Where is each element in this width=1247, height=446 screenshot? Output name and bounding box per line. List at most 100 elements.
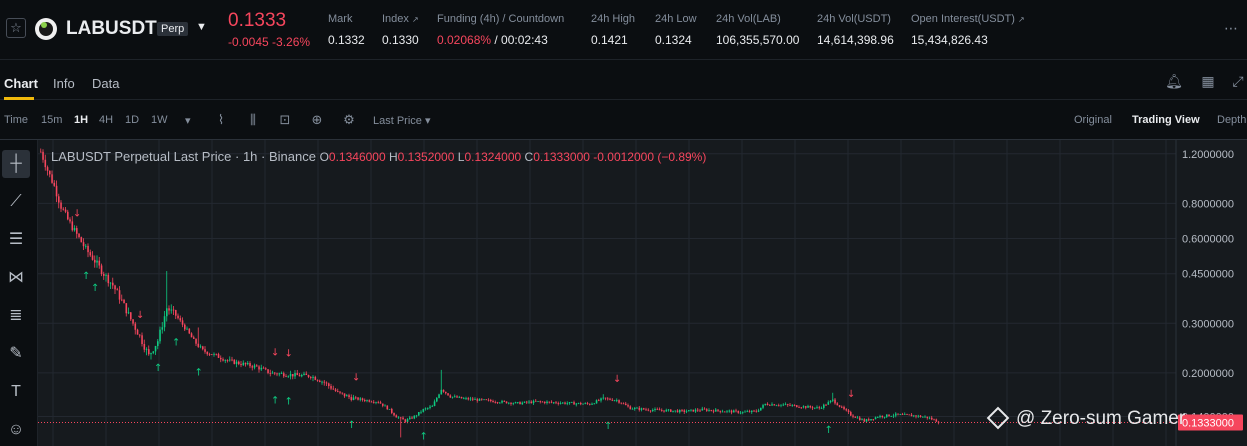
chevron-down-icon[interactable]: ▼ (196, 21, 207, 33)
price-chart[interactable]: 1.2000000 0.8000000 0.6000000 0.4500000 0.30… (38, 140, 1247, 446)
price-axis (1176, 140, 1247, 446)
candle-body (505, 401, 508, 404)
candle-body (784, 404, 787, 406)
candle-body (94, 259, 96, 263)
candle-body (663, 410, 665, 412)
star-icon[interactable]: ☆ (6, 18, 26, 38)
candle-body (910, 414, 913, 417)
candle-body (591, 403, 593, 405)
candle-body (760, 407, 762, 411)
candle-body (843, 406, 845, 410)
stat-value: 0.1421 (591, 33, 628, 47)
y-tick-label: 1.2000000 (1182, 149, 1234, 161)
tab-chart[interactable]: Chart (4, 76, 38, 91)
price-change: -0.0045 -3.26% (228, 35, 311, 49)
candle-body (694, 409, 697, 412)
chart-legend: LABUSDT Perpetual Last Price · 1h · Bina… (51, 149, 706, 164)
candle-body (215, 353, 218, 355)
candle-body (395, 415, 398, 418)
candle-body (685, 411, 688, 413)
candle-body (321, 381, 323, 383)
candle-body (278, 373, 281, 375)
trend-line-icon[interactable]: ⟋ (2, 188, 30, 216)
candle-body (811, 407, 814, 409)
horizontal-lines-icon[interactable]: ☰ (2, 226, 30, 254)
time-label[interactable]: Time (4, 114, 28, 126)
candle-body (337, 391, 339, 392)
candle-body (634, 407, 636, 409)
candle-body (555, 402, 557, 404)
sell-signal-arrow: ↓ (136, 310, 144, 321)
candle-body (454, 396, 456, 398)
candle-body (604, 397, 607, 399)
pattern-icon[interactable]: ⋈ (2, 264, 30, 292)
interval-1h[interactable]: 1H (74, 114, 88, 126)
bell-icon[interactable]: 🔔︎ (1165, 73, 1183, 91)
candle-body (152, 351, 155, 354)
tab-info[interactable]: Info (53, 76, 75, 91)
candle-body (244, 362, 247, 365)
candle-body (368, 400, 371, 402)
candle-body (487, 399, 490, 401)
interval-1w[interactable]: 1W (151, 114, 168, 126)
view-depth[interactable]: Depth (1217, 114, 1246, 126)
candle-body (868, 419, 870, 421)
fib-icon[interactable]: ≣ (2, 302, 30, 330)
candle-body (231, 359, 233, 361)
interval-4h[interactable]: 4H (99, 114, 113, 126)
candle-body (166, 308, 168, 317)
candle-body (123, 299, 125, 304)
interval-15m[interactable]: 15m (41, 114, 62, 126)
candle-body (364, 400, 366, 401)
candle-body (751, 410, 753, 413)
buy-signal-arrow: ↑ (82, 271, 90, 282)
candle-type-icon[interactable]: ⫼ (244, 111, 262, 129)
candle-body (316, 379, 319, 381)
candle-body (458, 396, 461, 398)
stat-open-interest[interactable]: Open Interest(USDT) ↗ 15,434,826.43 (911, 13, 1025, 47)
candle-body (233, 359, 236, 364)
interval-1d[interactable]: 1D (125, 114, 139, 126)
settings-icon[interactable]: ⚙︎ (340, 111, 358, 129)
view-original[interactable]: Original (1074, 114, 1112, 126)
more-icon[interactable]: ⋯ (1224, 20, 1239, 37)
candle-body (656, 408, 659, 410)
candle-body (240, 364, 242, 366)
candle-body (388, 408, 391, 410)
candle-body (370, 401, 373, 403)
symbol-name[interactable]: LABUSDT (66, 18, 157, 40)
candle-body (220, 357, 222, 360)
candle-body (764, 403, 767, 406)
add-icon[interactable]: ⊕ (308, 111, 326, 129)
text-icon[interactable]: T (2, 378, 30, 406)
stat-label: Index ↗ (382, 13, 419, 25)
candle-body (865, 419, 868, 422)
fullscreen-icon[interactable]: ⤢ (1229, 73, 1247, 91)
view-trading-view[interactable]: Trading View (1132, 114, 1200, 126)
candle-body (150, 353, 152, 355)
emoji-icon[interactable]: ☺ (2, 416, 30, 444)
chart-area[interactable]: 1.2000000 0.8000000 0.6000000 0.4500000 0.30… (38, 140, 1247, 446)
price-type-select[interactable]: Last Price ▾ (373, 114, 431, 127)
camera-icon[interactable]: ⊡ (276, 111, 294, 129)
candle-body (393, 412, 395, 416)
candle-body (172, 309, 175, 311)
brush-icon[interactable]: ✎ (2, 340, 30, 368)
interval-dropdown-icon[interactable]: ▾ (185, 114, 191, 127)
candle-body (60, 202, 62, 209)
candle-body (195, 338, 197, 344)
crosshair-icon[interactable]: ┼ (2, 150, 30, 178)
layout-grid-icon[interactable]: ▦ (1199, 73, 1217, 91)
candle-body (557, 403, 560, 404)
tab-data[interactable]: Data (92, 76, 119, 91)
candle-body (823, 404, 825, 408)
candle-body (348, 395, 350, 398)
candle-body (265, 368, 267, 370)
candle-body (625, 403, 627, 406)
stat-high: 24h High 0.1421 (591, 13, 635, 47)
stat-index[interactable]: Index ↗ 0.1330 (382, 13, 419, 47)
candle-body (629, 406, 632, 410)
candle-body (661, 410, 663, 412)
candle-body (514, 402, 517, 404)
indicator-icon[interactable]: ⌇ (212, 111, 230, 129)
